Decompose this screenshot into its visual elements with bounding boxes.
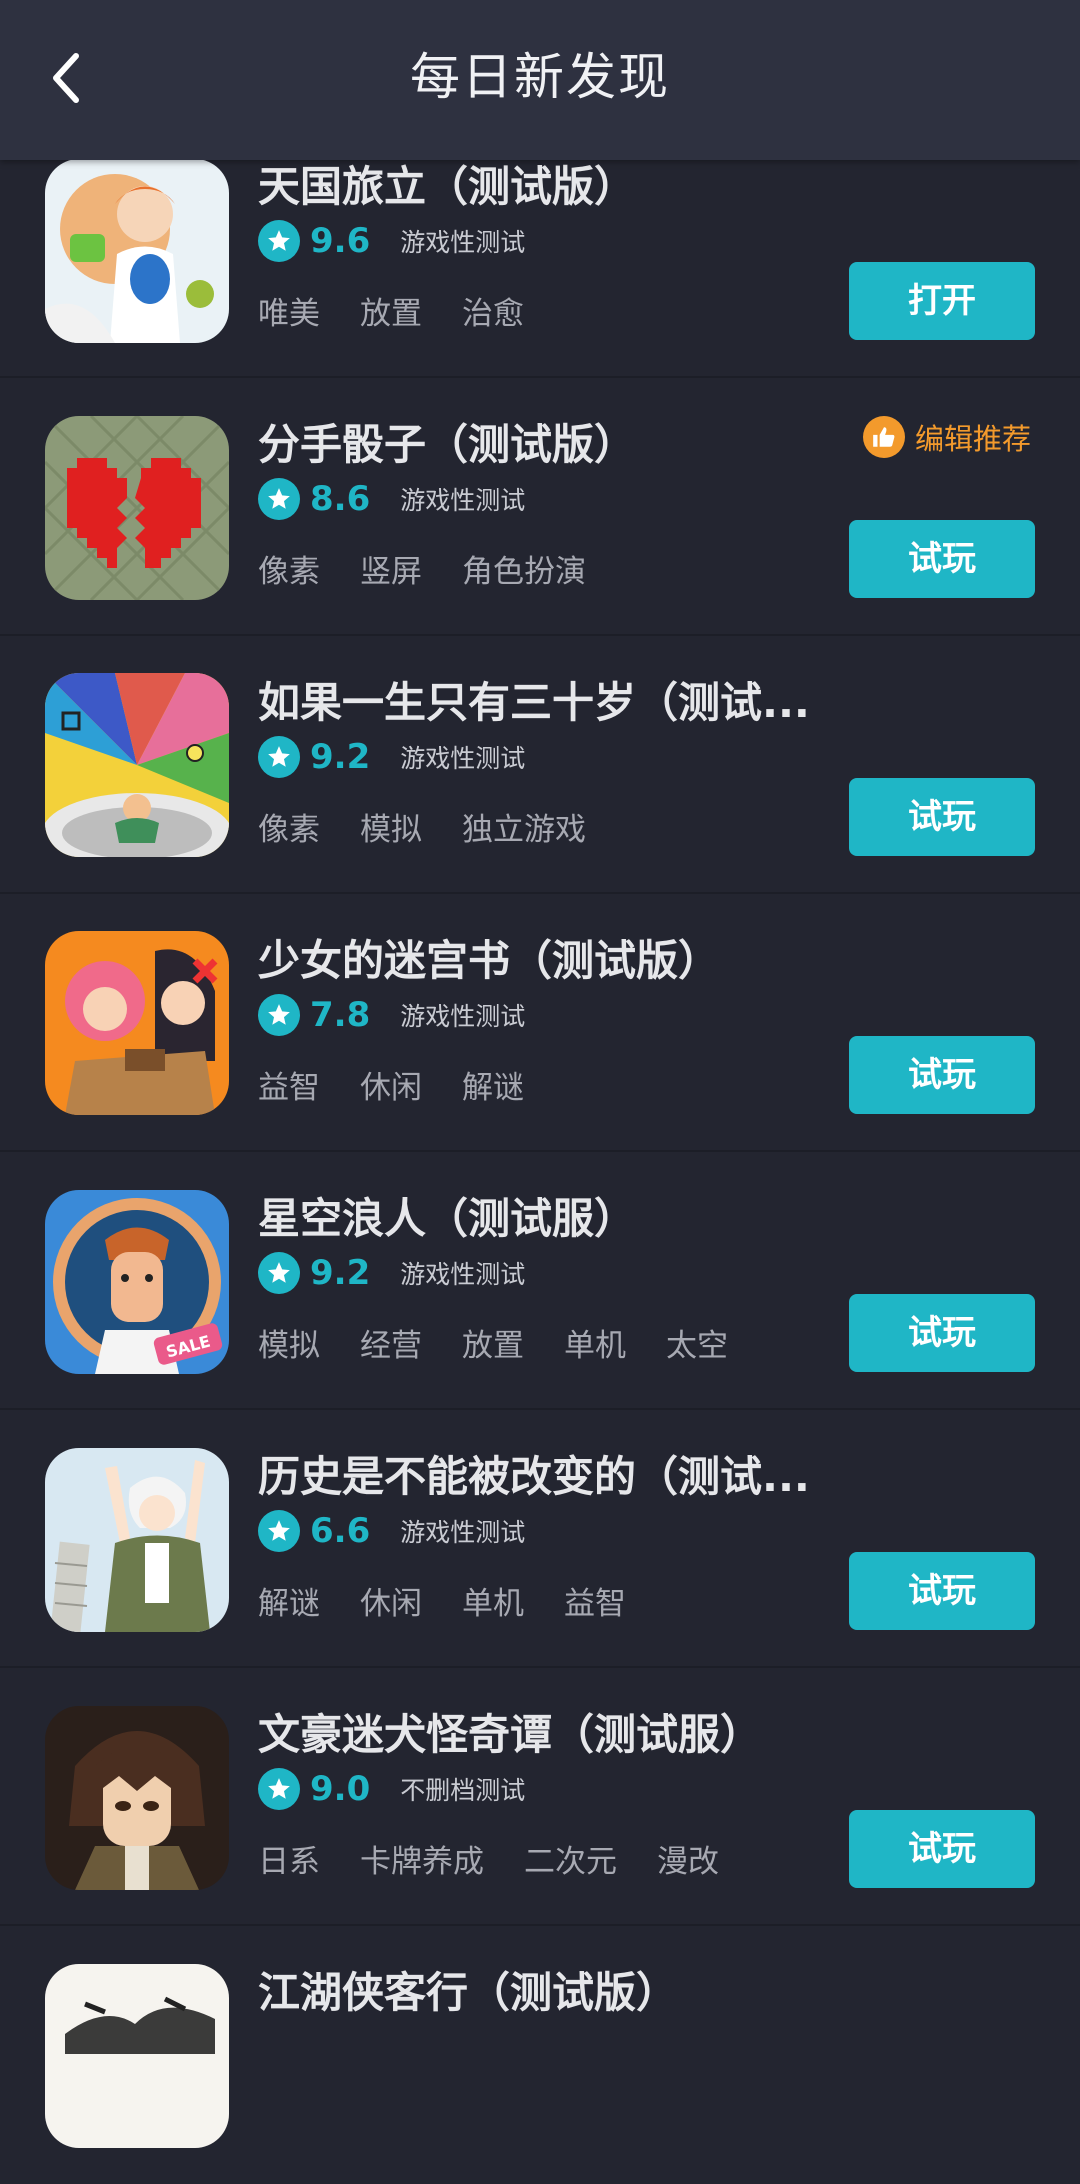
play-button[interactable]: 试玩 [849, 1810, 1035, 1888]
play-button[interactable]: 试玩 [849, 778, 1035, 856]
list-item[interactable]: 江湖侠客行（测试版） [0, 1926, 1080, 2184]
star-icon [258, 1768, 300, 1810]
rating: 7.8 游戏性测试 [258, 992, 525, 1038]
tag: 单机 [564, 1328, 626, 1364]
tag: 二次元 [524, 1844, 617, 1880]
top-bar: 每日新发现 [0, 0, 1080, 160]
astronaut-sale-icon[interactable]: SALE [45, 1190, 229, 1374]
dazai-icon[interactable] [45, 1706, 229, 1890]
open-button[interactable]: 打开 [849, 262, 1035, 340]
tag: 模拟 [258, 1328, 320, 1364]
tag-list: 解谜 休闲 单机 益智 [258, 1582, 666, 1626]
pixel-life-icon[interactable] [45, 673, 229, 857]
list-item[interactable]: 文豪迷犬怪奇谭（测试服） 9.0 不删档测试 日系 卡牌养成 二次元 漫改 试玩 [0, 1668, 1080, 1926]
game-title: 天国旅立（测试版） [258, 162, 637, 211]
score: 9.6 [310, 221, 371, 261]
tag: 唯美 [258, 296, 320, 332]
list-item[interactable]: 历史是不能被改变的（测试... 6.6 游戏性测试 解谜 休闲 单机 益智 试玩 [0, 1410, 1080, 1668]
tag: 放置 [462, 1328, 524, 1364]
tag: 放置 [360, 296, 422, 332]
score: 7.8 [310, 995, 371, 1035]
tag: 像素 [258, 812, 320, 848]
rating: 9.6 游戏性测试 [258, 218, 525, 264]
game-title: 分手骰子（测试版） [258, 420, 637, 469]
game-title: 文豪迷犬怪奇谭（测试服） [258, 1710, 763, 1759]
score: 6.6 [310, 1511, 371, 1551]
tag: 模拟 [360, 812, 422, 848]
tag: 卡牌养成 [360, 1844, 484, 1880]
game-title: 星空浪人（测试服） [258, 1194, 637, 1243]
tag: 解谜 [462, 1070, 524, 1106]
star-icon [258, 478, 300, 520]
rating: 9.2 游戏性测试 [258, 1250, 525, 1296]
play-button[interactable]: 试玩 [849, 1294, 1035, 1372]
broken-heart-icon[interactable] [45, 416, 229, 600]
editor-recommend-badge: 编辑推荐 [863, 415, 1031, 459]
game-title: 江湖侠客行（测试版） [258, 1968, 679, 2017]
play-button[interactable]: 试玩 [849, 1552, 1035, 1630]
test-status: 游戏性测试 [400, 1518, 526, 1547]
star-icon [258, 994, 300, 1036]
tag: 独立游戏 [462, 812, 586, 848]
tag: 治愈 [462, 296, 524, 332]
game-title: 历史是不能被改变的（测试... [258, 1452, 810, 1501]
test-status: 游戏性测试 [400, 744, 526, 773]
rating: 9.0 不删档测试 [258, 1766, 525, 1812]
rating: 9.2 游戏性测试 [258, 734, 525, 780]
anime-girl-icon[interactable] [45, 159, 229, 343]
tag: 日系 [258, 1844, 320, 1880]
play-button[interactable]: 试玩 [849, 1036, 1035, 1114]
tag: 单机 [462, 1586, 524, 1622]
tag: 漫改 [657, 1844, 719, 1880]
test-status: 游戏性测试 [400, 486, 526, 515]
list-item[interactable]: SALE 星空浪人（测试服） 9.2 游戏性测试 模拟 经营 放置 单机 太空 … [0, 1152, 1080, 1410]
rating: 8.6 游戏性测试 [258, 476, 525, 522]
history-boy-icon[interactable] [45, 1448, 229, 1632]
tag: 经营 [360, 1328, 422, 1364]
recommend-label: 编辑推荐 [915, 422, 1032, 456]
tag-list: 像素 竖屏 角色扮演 [258, 550, 626, 594]
tag: 解谜 [258, 1586, 320, 1622]
game-title: 少女的迷宫书（测试版） [258, 936, 721, 985]
star-icon [258, 736, 300, 778]
test-status: 游戏性测试 [400, 228, 526, 257]
star-icon [258, 1252, 300, 1294]
list-item[interactable]: 少女的迷宫书（测试版） 7.8 游戏性测试 益智 休闲 解谜 试玩 [0, 894, 1080, 1152]
score: 9.0 [310, 1769, 371, 1809]
test-status: 不删档测试 [400, 1776, 526, 1805]
ink-wash-icon[interactable] [45, 1964, 229, 2148]
tag: 角色扮演 [462, 554, 586, 590]
list-item[interactable]: 如果一生只有三十岁（测试... 9.2 游戏性测试 像素 模拟 独立游戏 试玩 [0, 636, 1080, 894]
tag-list: 日系 卡牌养成 二次元 漫改 [258, 1840, 759, 1884]
test-status: 游戏性测试 [400, 1260, 526, 1289]
star-icon [258, 1510, 300, 1552]
tag: 休闲 [360, 1070, 422, 1106]
tag: 休闲 [360, 1586, 422, 1622]
thumbs-up-icon [863, 416, 905, 458]
tag: 太空 [666, 1328, 728, 1364]
tag-list: 模拟 经营 放置 单机 太空 [258, 1324, 768, 1368]
play-button[interactable]: 试玩 [849, 520, 1035, 598]
maze-girls-icon[interactable] [45, 931, 229, 1115]
tag-list: 像素 模拟 独立游戏 [258, 808, 626, 852]
score: 8.6 [310, 479, 371, 519]
star-icon [258, 220, 300, 262]
tag: 竖屏 [360, 554, 422, 590]
tag-list: 唯美 放置 治愈 [258, 292, 564, 336]
tag: 益智 [564, 1586, 626, 1622]
list-item[interactable]: 分手骰子（测试版） 编辑推荐 8.6 游戏性测试 像素 竖屏 角色扮演 试玩 [0, 378, 1080, 636]
rating: 6.6 游戏性测试 [258, 1508, 525, 1554]
game-list: 天国旅立（测试版） 9.6 游戏性测试 唯美 放置 治愈 打开 分手骰子（测试版… [0, 0, 1080, 2148]
page-title: 每日新发现 [410, 48, 670, 106]
tag-list: 益智 休闲 解谜 [258, 1066, 564, 1110]
score: 9.2 [310, 1253, 371, 1293]
test-status: 游戏性测试 [400, 1002, 526, 1031]
game-title: 如果一生只有三十岁（测试... [258, 678, 810, 727]
tag: 益智 [258, 1070, 320, 1106]
tag: 像素 [258, 554, 320, 590]
score: 9.2 [310, 737, 371, 777]
